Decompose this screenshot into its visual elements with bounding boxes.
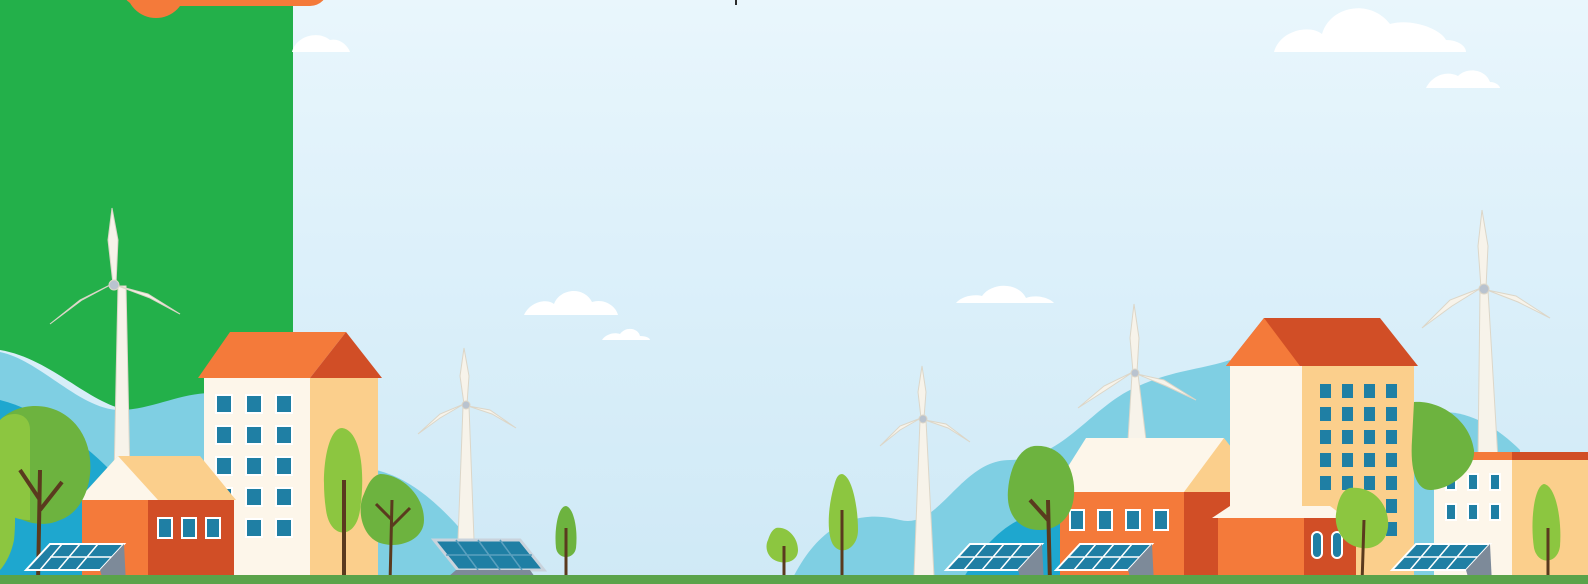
cloud: [1274, 8, 1466, 52]
cloud: [602, 328, 650, 340]
cloud: [1426, 70, 1500, 88]
clouds: [292, 8, 1500, 340]
cloud: [956, 285, 1054, 303]
cloud: [524, 290, 618, 315]
cloud: [292, 35, 350, 52]
ground: [0, 575, 1588, 584]
tree: [555, 506, 577, 584]
apartment-building: [1212, 318, 1418, 584]
city-scene: [0, 8, 1588, 584]
hero-illustration: [0, 0, 1588, 584]
